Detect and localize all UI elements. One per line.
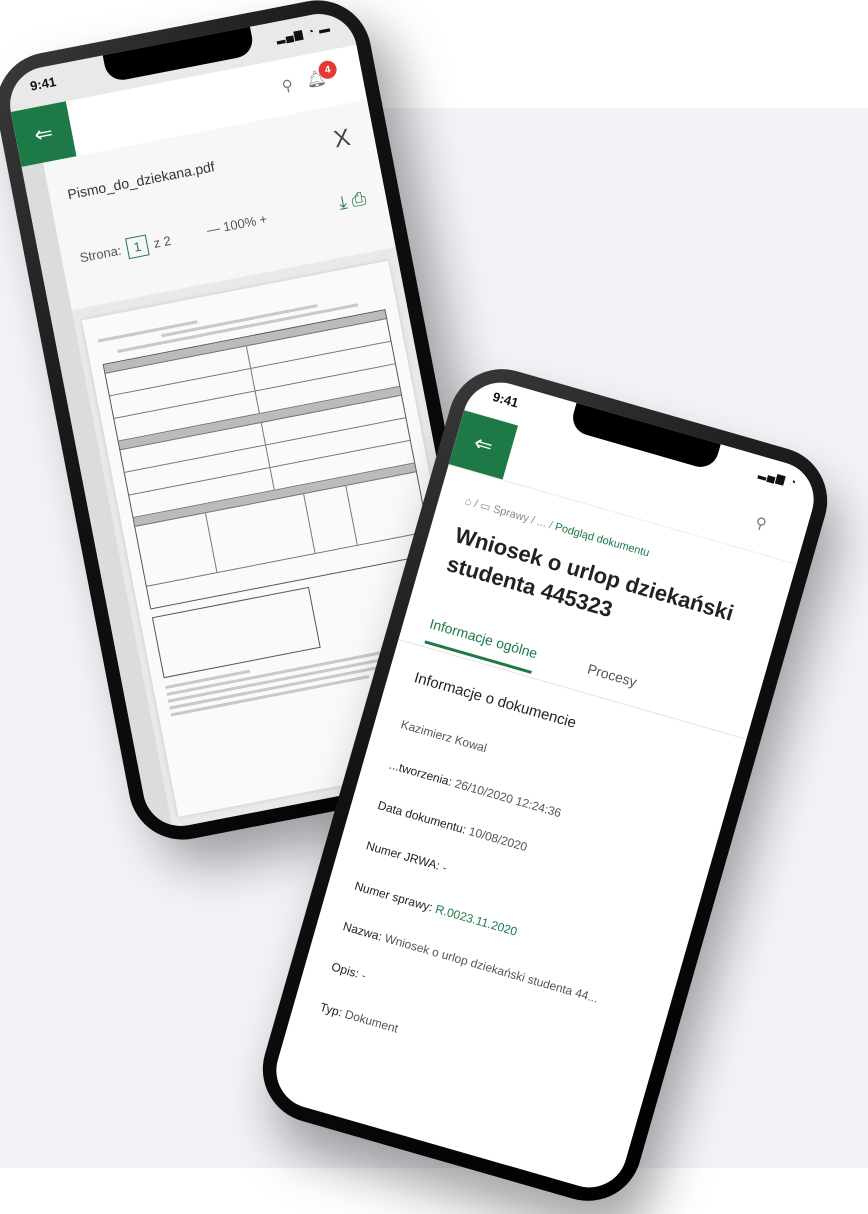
zoom-control[interactable]: — 100% + <box>206 211 269 237</box>
menu-arrow-icon: ⇐ <box>32 119 55 148</box>
case-number-link[interactable]: R.0023.11.2020 <box>434 902 519 939</box>
close-icon[interactable]: X <box>332 124 353 155</box>
search-icon[interactable]: ⚲ <box>280 76 294 96</box>
tab-general-info[interactable]: Informacje ogólne <box>424 615 540 674</box>
page-label: Strona: <box>78 242 123 266</box>
status-time: 9:41 <box>491 388 521 411</box>
page-input[interactable]: 1 <box>124 234 150 260</box>
signal-wifi-battery-icon: ▂▄▆ ◔ ▬ <box>275 22 332 45</box>
menu-arrow-icon: ⇐ <box>471 429 496 459</box>
tab-processes[interactable]: Procesy <box>586 661 639 690</box>
download-icon[interactable]: ⤓ <box>337 192 349 213</box>
search-icon[interactable]: ⚲ <box>753 513 769 533</box>
status-time: 9:41 <box>28 73 58 94</box>
page-navigator: Strona: 1 z 2 <box>78 230 173 268</box>
print-icon[interactable]: ⎙ <box>350 188 368 210</box>
pdf-file-name: Pismo_do_dziekana.pdf <box>66 158 216 203</box>
signal-wifi-icon: ▂▄▆ ◔ <box>757 467 799 490</box>
page-total: z 2 <box>152 232 173 251</box>
menu-collapse-button[interactable]: ⇐ <box>448 410 519 480</box>
